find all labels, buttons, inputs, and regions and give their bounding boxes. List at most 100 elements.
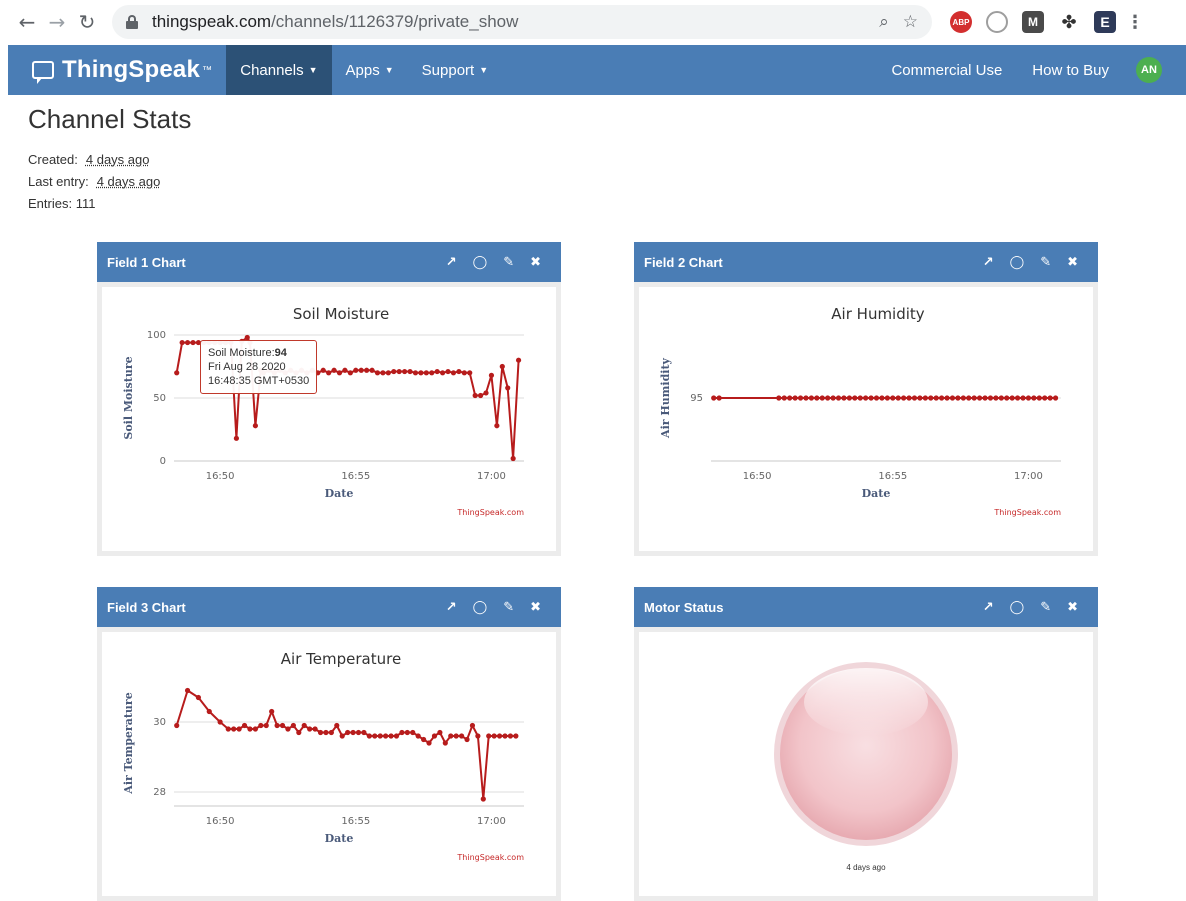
data-point	[442, 740, 448, 746]
data-point	[195, 694, 202, 701]
nav-channels-label: Channels	[240, 61, 304, 79]
data-point	[825, 395, 831, 401]
air-temperature-chart: Air Temperature 28 30 16:50 16:55 17:00 Date Ai…	[122, 650, 524, 862]
x-tick-label: 17:00	[477, 816, 506, 827]
nav-commercial-use[interactable]: Commercial Use	[876, 45, 1017, 95]
data-point	[480, 796, 486, 802]
air-humidity-chart: Air Humidity 95 16:50 16:55 17:00 Date Air Hum…	[659, 305, 1061, 517]
data-point	[505, 385, 511, 391]
globe-extension-icon[interactable]	[986, 11, 1008, 33]
forward-arrow-icon[interactable]: →	[42, 7, 72, 37]
external-link-icon[interactable]: ↗	[983, 600, 994, 615]
data-point	[830, 395, 836, 401]
data-point	[385, 370, 391, 376]
data-point	[486, 733, 492, 739]
data-point	[269, 708, 275, 715]
nav-how-to-buy[interactable]: How to Buy	[1017, 45, 1124, 95]
data-point	[510, 455, 516, 462]
data-point	[358, 367, 364, 373]
data-point	[290, 722, 296, 729]
data-point	[334, 722, 340, 729]
data-point	[879, 395, 885, 401]
data-point	[944, 395, 950, 401]
data-point	[252, 423, 258, 429]
panel-title: Motor Status	[644, 599, 724, 615]
puzzle-extensions-icon[interactable]: ✤	[1058, 11, 1080, 33]
data-point	[998, 395, 1004, 401]
data-point	[415, 733, 421, 739]
data-point	[1025, 395, 1032, 401]
m-extension-icon[interactable]: M	[1022, 11, 1044, 33]
data-point	[402, 368, 408, 375]
close-icon[interactable]: ✖	[530, 600, 541, 615]
data-point	[184, 687, 191, 694]
data-point	[263, 722, 269, 729]
data-point	[491, 733, 497, 739]
e-extension-icon[interactable]: E	[1094, 11, 1116, 33]
pencil-icon[interactable]: ✎	[1040, 600, 1051, 615]
chart-credit: ThingSpeak.com	[456, 508, 524, 517]
x-tick-label: 16:50	[206, 816, 235, 827]
channel-stats: Channel Stats Created: 4 days ago Last en…	[28, 104, 191, 215]
x-tick-label: 17:00	[1014, 471, 1043, 482]
data-point	[412, 370, 419, 376]
url-path: /channels/1126379/private_show	[271, 12, 519, 31]
data-point	[933, 395, 939, 401]
data-point	[461, 370, 467, 376]
reload-icon[interactable]: ↻	[72, 7, 102, 37]
address-bar[interactable]: thingspeak.com/channels/1126379/private_…	[112, 5, 932, 39]
data-point	[922, 395, 928, 401]
user-avatar[interactable]: AN	[1136, 57, 1162, 83]
nav-apps[interactable]: Apps ▼	[332, 45, 408, 95]
bookmark-star-icon[interactable]: ☆	[903, 12, 918, 32]
comment-icon[interactable]: ◯	[473, 255, 488, 270]
data-point	[1014, 395, 1021, 401]
panel-body: Air Temperature 28 30 16:50 16:55 17:00 Date Ai…	[102, 632, 556, 896]
x-tick-label: 16:50	[743, 471, 772, 482]
data-point	[499, 363, 505, 370]
panel-header: Field 3 Chart ↗ ◯ ✎ ✖	[97, 587, 561, 627]
close-icon[interactable]: ✖	[530, 255, 541, 270]
data-point	[331, 367, 337, 373]
pencil-icon[interactable]: ✎	[503, 600, 514, 615]
y-tick-label: 95	[690, 393, 703, 404]
nav-support[interactable]: Support ▼	[408, 45, 502, 95]
data-point	[814, 395, 820, 401]
external-link-icon[interactable]: ↗	[446, 600, 457, 615]
y-axis-label: Soil Moisture	[122, 356, 135, 439]
browser-menu-icon[interactable]: ⋮	[1126, 11, 1144, 33]
data-point	[421, 736, 427, 743]
data-point	[792, 395, 798, 401]
data-point	[966, 395, 972, 401]
field-3-panel: Field 3 Chart ↗ ◯ ✎ ✖ Air Temperature 28 3…	[97, 587, 561, 901]
data-point	[174, 722, 180, 729]
data-point	[326, 370, 332, 376]
x-tick-label: 16:50	[206, 471, 235, 482]
data-point	[431, 733, 438, 739]
y-axis-label: Air Temperature	[122, 692, 135, 794]
data-point	[383, 733, 389, 739]
external-link-icon[interactable]: ↗	[446, 255, 457, 270]
thingspeak-logo[interactable]: ThingSpeak ™	[32, 56, 212, 84]
pencil-icon[interactable]: ✎	[1040, 255, 1051, 270]
data-point	[797, 395, 804, 401]
data-point	[1042, 395, 1048, 401]
adblock-extension-icon[interactable]: ABP	[950, 11, 972, 33]
back-arrow-icon[interactable]: ←	[12, 7, 42, 37]
data-point	[296, 729, 302, 736]
panel-body: 4 days ago	[639, 632, 1093, 896]
close-icon[interactable]: ✖	[1067, 600, 1078, 615]
comment-icon[interactable]: ◯	[1010, 255, 1025, 270]
data-point	[364, 367, 370, 373]
data-point	[456, 368, 462, 375]
data-point	[426, 740, 432, 746]
nav-channels[interactable]: Channels ▼	[226, 45, 332, 95]
external-link-icon[interactable]: ↗	[983, 255, 994, 270]
close-icon[interactable]: ✖	[1067, 255, 1078, 270]
zoom-search-icon[interactable]: ⌕	[879, 12, 889, 32]
data-point	[1047, 395, 1053, 401]
chart-credit: ThingSpeak.com	[456, 853, 524, 862]
comment-icon[interactable]: ◯	[473, 600, 488, 615]
comment-icon[interactable]: ◯	[1010, 600, 1025, 615]
pencil-icon[interactable]: ✎	[503, 255, 514, 270]
